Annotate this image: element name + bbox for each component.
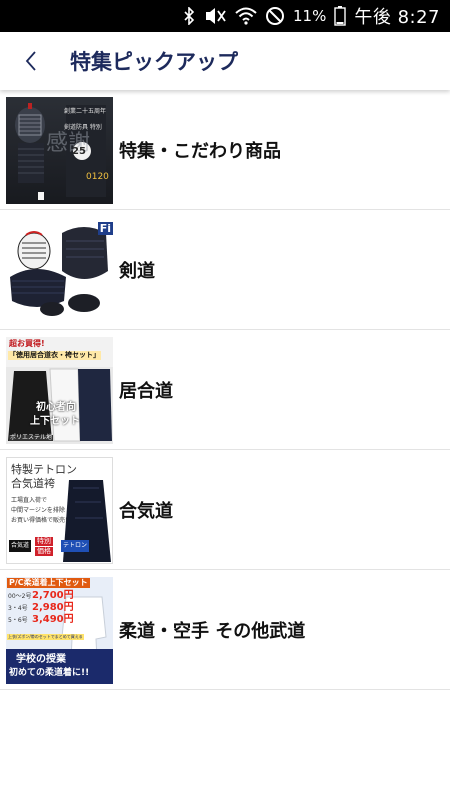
thumb1-tel: 0120 xyxy=(86,172,109,182)
thumb5-head: P/C柔道着上下セット xyxy=(7,578,90,588)
list-item-iaido[interactable]: 超お買得! 「徳用居合道衣・袴セット」 初心者向 上下セット ポリエステル地 居… xyxy=(0,330,450,450)
back-button[interactable] xyxy=(0,32,62,90)
thumb5-note: 上衣/ズボン/帯のセットでまとめて買える xyxy=(7,634,84,640)
thumb3-banner: 「徳用居合道衣・袴セット」 xyxy=(8,351,101,360)
thumb1-line1: 創業二十五周年 xyxy=(64,108,107,115)
thumb5-s1: 00～2号 xyxy=(8,593,32,600)
thumbnail-special-products: 創業二十五周年 剣道防具 特別 感謝 25 0120 xyxy=(6,97,113,204)
thumb4-tag1: 合気道 xyxy=(9,540,32,552)
thumbnail-kendo: Fi xyxy=(6,217,113,324)
list-item-label: 合気道 xyxy=(119,501,173,522)
mute-vibrate-icon xyxy=(203,6,227,26)
thumbnail-iaido: 超お買得! 「徳用居合道衣・袴セット」 初心者向 上下セット ポリエステル地 xyxy=(6,337,113,444)
thumb4-t2: 合気道袴 xyxy=(11,477,55,490)
do-not-disturb-icon xyxy=(265,6,285,26)
list-item-label: 居合道 xyxy=(119,381,173,402)
thumb2-badge: Fi xyxy=(97,222,113,235)
clock: 午後 8:27 xyxy=(354,7,440,28)
thumb4-tag2b: 価格 xyxy=(35,547,53,556)
thumb5-l2: 初めての柔道着に!! xyxy=(9,668,90,678)
thumb3-mid2: 上下セット xyxy=(30,416,80,427)
battery-icon xyxy=(334,6,347,26)
thumb4-tag3: テトロン xyxy=(61,540,90,552)
thumb5-p3: 3,490円 xyxy=(32,614,74,625)
chevron-left-icon xyxy=(25,51,36,71)
app-bar: 特集ピックアップ xyxy=(0,32,450,90)
bluetooth-icon xyxy=(183,6,195,26)
thumb4-d2: 中間マージンを排除 xyxy=(11,507,65,514)
list-item-kendo[interactable]: Fi 剣道 xyxy=(0,210,450,330)
page-title: 特集ピックアップ xyxy=(70,50,238,74)
thumb5-l1: 学校の授業 xyxy=(16,654,66,665)
thumb5-s3: 5・6号 xyxy=(8,617,28,624)
thumb4-t1: 特製テトロン xyxy=(11,463,77,476)
list-item-judo-karate-other[interactable]: P/C柔道着上下セット 00～2号 2,700円 3・4号 2,980円 5・6… xyxy=(0,570,450,690)
thumb3-foot: ポリエステル地 xyxy=(9,434,54,441)
wifi-icon xyxy=(235,6,257,26)
status-bar: 11% 午後 8:27 xyxy=(0,0,450,32)
thumb4-d1: 工場直入荷で xyxy=(11,497,48,504)
thumb3-mid1: 初心者向 xyxy=(36,402,76,413)
thumbnail-aikido: 特製テトロン 合気道袴 工場直入荷で 中間マージンを排除 お買い得価格で販売! … xyxy=(6,457,113,564)
thumb3-top: 超お買得! xyxy=(9,339,45,348)
thumb5-p2: 2,980円 xyxy=(32,602,74,613)
thumb5-p1: 2,700円 xyxy=(32,590,74,601)
list-item-label: 柔道・空手 その他武道 xyxy=(119,621,306,642)
feature-list: 創業二十五周年 剣道防具 特別 感謝 25 0120 特集・こだわり商品 Fi … xyxy=(0,90,450,690)
thumb4-d3: お買い得価格で販売! xyxy=(11,517,68,524)
list-item-aikido[interactable]: 特製テトロン 合気道袴 工場直入荷で 中間マージンを排除 お買い得価格で販売! … xyxy=(0,450,450,570)
list-item-special-products[interactable]: 創業二十五周年 剣道防具 特別 感謝 25 0120 特集・こだわり商品 xyxy=(0,90,450,210)
thumbnail-judo-karate: P/C柔道着上下セット 00～2号 2,700円 3・4号 2,980円 5・6… xyxy=(6,577,113,684)
list-item-label: 剣道 xyxy=(119,261,155,282)
thumb1-big: 25 xyxy=(72,146,86,157)
thumb5-s2: 3・4号 xyxy=(8,605,28,612)
list-item-label: 特集・こだわり商品 xyxy=(119,141,281,162)
thumb4-tag2a: 特別 xyxy=(35,537,53,546)
battery-percent: 11% xyxy=(293,7,327,25)
